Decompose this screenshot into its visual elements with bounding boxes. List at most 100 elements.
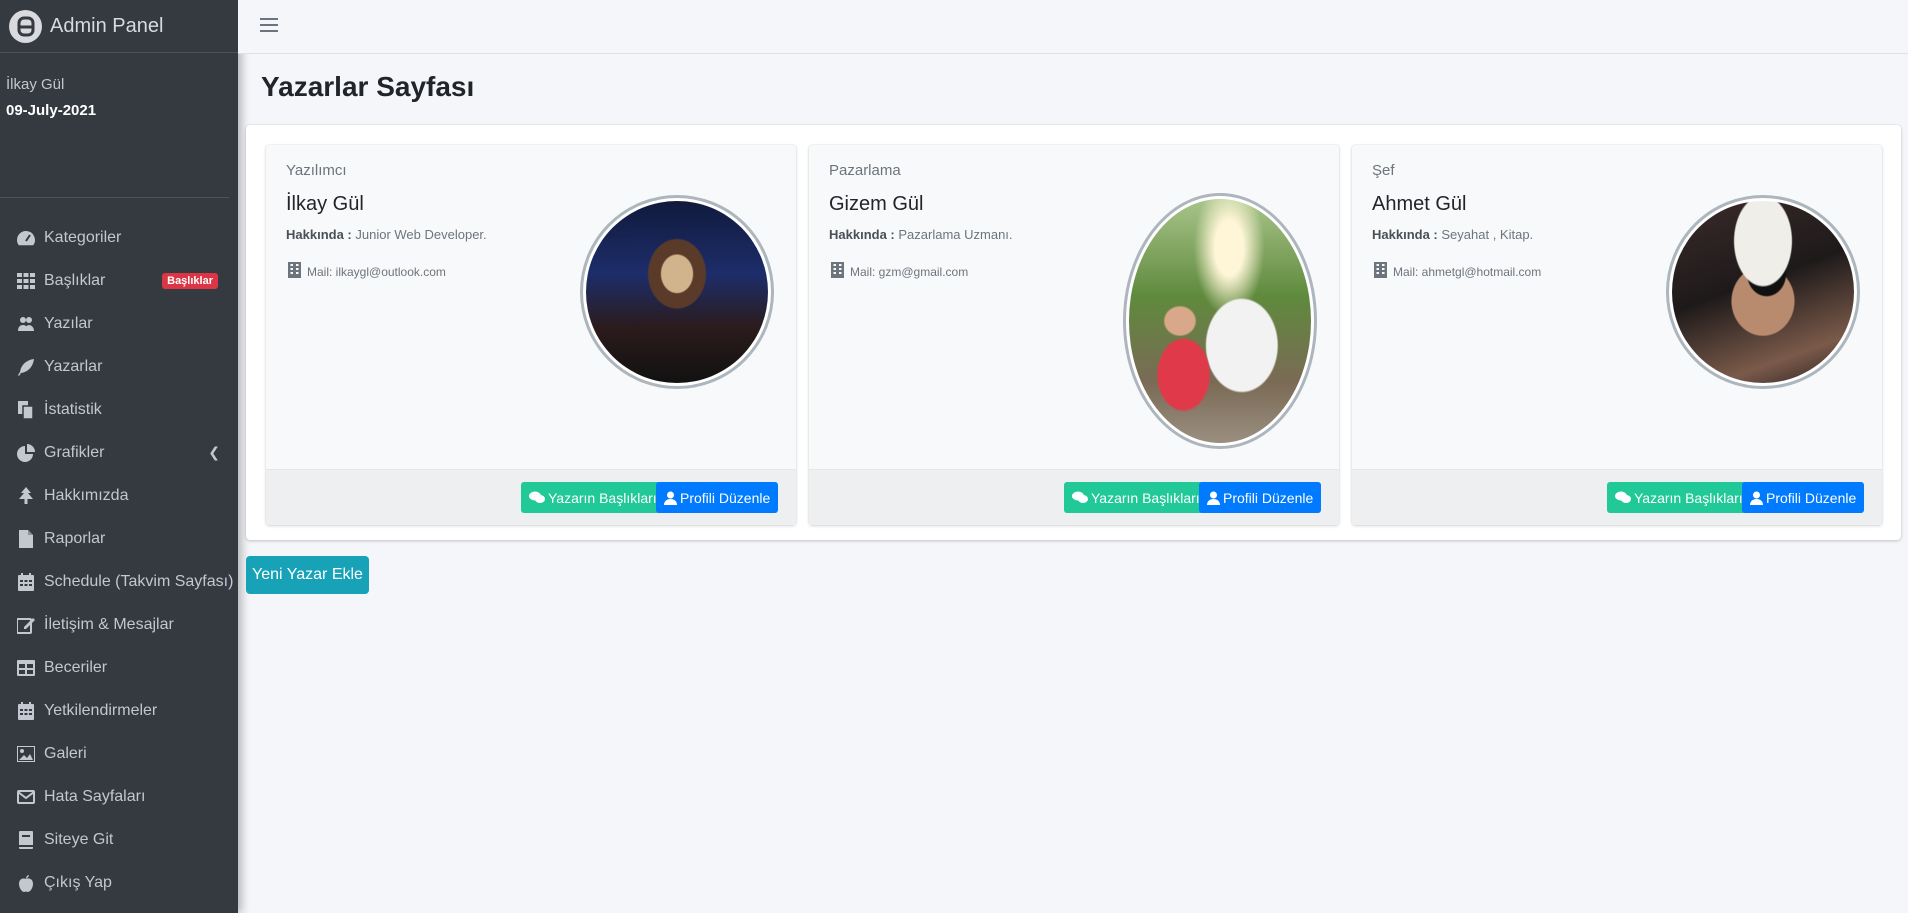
- sidebar-item-label: Schedule (Takvim Sayfası): [44, 572, 234, 590]
- sidebar-item-hakkimizda[interactable]: Hakkımızda: [0, 474, 238, 517]
- author-about: Hakkında : Pazarlama Uzmanı.: [829, 227, 1013, 242]
- pie-chart-icon: [15, 442, 37, 464]
- sidebar-item-label: Başlıklar: [44, 271, 106, 289]
- user-panel: İlkay Gül 09-July-2021: [0, 53, 229, 198]
- button-label: Profili Düzenle: [680, 489, 771, 506]
- users-icon: [15, 313, 37, 335]
- sidebar-item-galeri[interactable]: Galeri: [0, 732, 238, 775]
- sidebar-item-label: İstatistik: [44, 400, 102, 418]
- sidebar-item-label: Beceriler: [44, 658, 108, 676]
- book-icon: [15, 829, 37, 851]
- calendar-icon: [15, 700, 37, 722]
- sidebar-item-schedule[interactable]: Schedule (Takvim Sayfası): [0, 560, 238, 603]
- brand[interactable]: Admin Panel: [0, 0, 238, 53]
- author-mail: Mail: ahmetgl@hotmail.com: [1374, 262, 1541, 281]
- sidebar-item-beceriler[interactable]: Beceriler: [0, 646, 238, 689]
- card-footer: Yazarın Başlıkları Profili Düzenle: [266, 469, 796, 525]
- edit-profile-button[interactable]: Profili Düzenle: [656, 482, 779, 513]
- sidebar-item-label: Kategoriler: [44, 228, 122, 246]
- brand-title: Admin Panel: [50, 14, 164, 37]
- user-icon: [1207, 491, 1220, 505]
- user-icon: [1750, 491, 1763, 505]
- sidebar-item-iletisim[interactable]: İletişim & Mesajlar: [0, 603, 238, 646]
- tachometer-icon: [15, 227, 37, 249]
- feather-icon: [15, 356, 37, 378]
- sidebar: Admin Panel İlkay Gül 09-July-2021 Kateg…: [0, 0, 238, 913]
- avatar: [580, 195, 774, 389]
- sidebar-nav: Kategoriler Başlıklar Başlıklar Yazılar …: [0, 198, 238, 904]
- about-label: Hakkında :: [286, 227, 352, 242]
- author-name: Ahmet Gül: [1372, 193, 1467, 215]
- table-icon: [15, 657, 37, 679]
- file-icon: [15, 528, 37, 550]
- sidebar-item-label: Galeri: [44, 744, 87, 762]
- sidebar-item-yazarlar[interactable]: Yazarlar: [0, 345, 238, 388]
- edit-profile-button[interactable]: Profili Düzenle: [1742, 482, 1865, 513]
- building-icon: [288, 262, 301, 281]
- author-name: İlkay Gül: [286, 193, 364, 215]
- author-about: Hakkında : Junior Web Developer.: [286, 227, 487, 242]
- chevron-left-icon[interactable]: ❮: [208, 444, 220, 461]
- author-mail-text: Mail: gzm@gmail.com: [850, 264, 969, 279]
- author-titles-button[interactable]: Yazarın Başlıkları: [1607, 482, 1751, 513]
- button-label: Profili Düzenle: [1766, 489, 1857, 506]
- about-text: Junior Web Developer.: [355, 227, 487, 242]
- hamburger-menu-icon[interactable]: [260, 15, 278, 35]
- edit-icon: [15, 614, 37, 636]
- author-card: Şef Ahmet Gül Hakkında : Seyahat , Kitap…: [1352, 145, 1882, 525]
- author-mail-text: Mail: ahmetgl@hotmail.com: [1393, 264, 1542, 279]
- envelope-icon: [15, 786, 37, 808]
- about-text: Pazarlama Uzmanı.: [898, 227, 1013, 242]
- about-label: Hakkında :: [829, 227, 895, 242]
- add-author-button[interactable]: Yeni Yazar Ekle: [246, 556, 369, 594]
- grid-icon: [15, 270, 37, 292]
- comments-icon: [529, 491, 545, 503]
- user-icon: [664, 491, 677, 505]
- about-label: Hakkında :: [1372, 227, 1438, 242]
- comments-icon: [1072, 491, 1088, 503]
- sidebar-item-siteye-git[interactable]: Siteye Git: [0, 818, 238, 861]
- user-name[interactable]: İlkay Gül: [6, 76, 229, 93]
- about-text: Seyahat , Kitap.: [1441, 227, 1534, 242]
- user-date: 09-July-2021: [6, 102, 97, 119]
- sidebar-item-label: Çıkış Yap: [44, 873, 112, 891]
- button-label: Yazarın Başlıkları: [1091, 489, 1200, 506]
- sidebar-item-label: İletişim & Mesajlar: [44, 615, 174, 633]
- sidebar-item-yetkilendirmeler[interactable]: Yetkilendirmeler: [0, 689, 238, 732]
- copy-icon: [15, 399, 37, 421]
- sidebar-item-cikis-yap[interactable]: Çıkış Yap: [0, 861, 238, 904]
- sidebar-item-kategoriler[interactable]: Kategoriler: [0, 216, 238, 259]
- sidebar-item-grafikler[interactable]: Grafikler ❮: [0, 431, 238, 474]
- author-role: Pazarlama: [829, 162, 901, 179]
- author-titles-button[interactable]: Yazarın Başlıkları: [1064, 482, 1208, 513]
- sidebar-item-istatistik[interactable]: İstatistik: [0, 388, 238, 431]
- sidebar-item-raporlar[interactable]: Raporlar: [0, 517, 238, 560]
- sidebar-item-hata-sayfalari[interactable]: Hata Sayfaları: [0, 775, 238, 818]
- tree-icon: [15, 485, 37, 507]
- author-role: Şef: [1372, 162, 1395, 179]
- sidebar-item-label: Yazılar: [44, 314, 93, 332]
- sidebar-item-label: Siteye Git: [44, 830, 114, 848]
- sidebar-item-basliklar[interactable]: Başlıklar Başlıklar: [0, 259, 238, 302]
- author-card: Pazarlama Gizem Gül Hakkında : Pazarlama…: [809, 145, 1339, 525]
- author-card: Yazılımcı İlkay Gül Hakkında : Junior We…: [266, 145, 796, 525]
- avatar: [1666, 195, 1860, 389]
- card-footer: Yazarın Başlıkları Profili Düzenle: [1352, 469, 1882, 525]
- top-navbar: [238, 0, 1908, 54]
- sidebar-item-label: Raporlar: [44, 529, 106, 547]
- avatar: [1123, 193, 1317, 449]
- apple-icon: [15, 872, 37, 894]
- comments-icon: [1615, 491, 1631, 503]
- sidebar-item-label: Yetkilendirmeler: [44, 701, 158, 719]
- edit-profile-button[interactable]: Profili Düzenle: [1199, 482, 1322, 513]
- button-label: Yazarın Başlıkları: [1634, 489, 1743, 506]
- sidebar-item-label: Grafikler: [44, 443, 105, 461]
- sidebar-item-yazilar[interactable]: Yazılar: [0, 302, 238, 345]
- building-icon: [1374, 262, 1387, 281]
- page-title: Yazarlar Sayfası: [261, 71, 475, 102]
- author-titles-button[interactable]: Yazarın Başlıkları: [521, 482, 665, 513]
- calendar-icon: [15, 571, 37, 593]
- card-footer: Yazarın Başlıkları Profili Düzenle: [809, 469, 1339, 525]
- author-role: Yazılımcı: [286, 162, 347, 179]
- brand-logo: [9, 9, 42, 43]
